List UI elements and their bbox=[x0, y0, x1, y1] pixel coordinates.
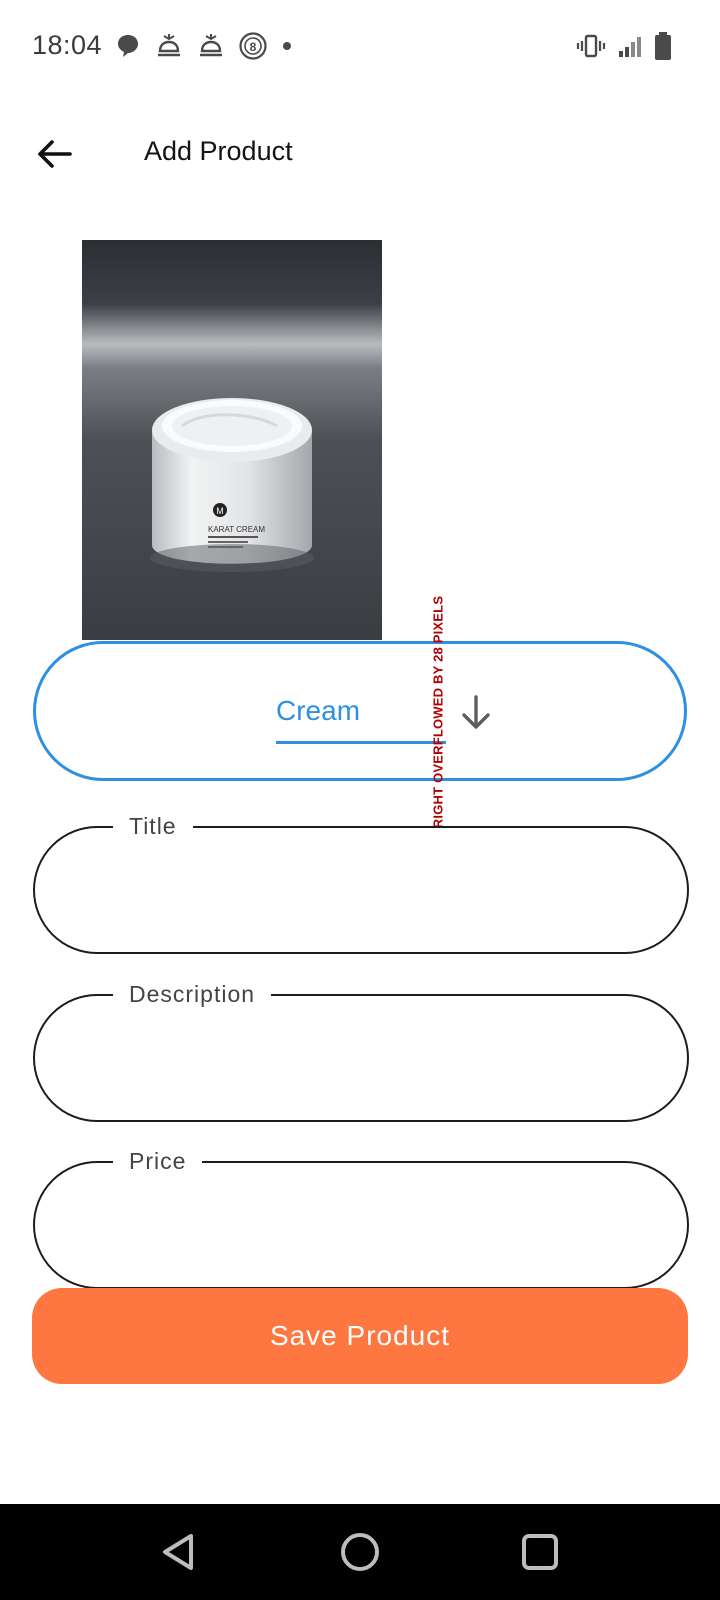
price-field[interactable]: Price bbox=[33, 1147, 689, 1289]
product-label: KARAT CREAM bbox=[208, 525, 265, 534]
nav-back-icon[interactable] bbox=[155, 1528, 203, 1576]
description-label: Description bbox=[113, 980, 272, 1008]
badge-number: 8 bbox=[250, 40, 257, 54]
nav-recents-icon[interactable] bbox=[516, 1528, 564, 1576]
description-input[interactable] bbox=[75, 1026, 639, 1088]
title-field[interactable]: Title bbox=[33, 812, 689, 954]
price-input[interactable] bbox=[75, 1193, 639, 1255]
price-label: Price bbox=[113, 1147, 203, 1175]
signal-icon bbox=[618, 34, 642, 63]
back-button[interactable] bbox=[26, 128, 82, 184]
category-selected-value: Cream bbox=[276, 695, 361, 726]
category-dropdown[interactable]: Cream bbox=[276, 686, 446, 744]
title-label: Title bbox=[113, 812, 193, 840]
brand-mark: M bbox=[216, 506, 224, 516]
save-product-button[interactable]: Save Product bbox=[32, 1288, 688, 1384]
vibrate-icon bbox=[576, 32, 606, 65]
chat-bubble-icon bbox=[114, 32, 142, 65]
alarm-icon bbox=[196, 31, 226, 66]
status-bar: 18:04 8 bbox=[0, 0, 720, 96]
nav-home-icon[interactable] bbox=[336, 1528, 384, 1576]
product-photo: M KARAT CREAM bbox=[82, 240, 382, 640]
status-time: 18:04 bbox=[32, 30, 103, 60]
system-icons bbox=[564, 30, 672, 66]
badge-8-icon: 8 bbox=[238, 31, 268, 66]
app-bar: Add Product bbox=[0, 110, 720, 194]
title-input[interactable] bbox=[75, 858, 639, 920]
overflow-warning-text: RIGHT OVERFLOWED BY 28 PIXELS bbox=[430, 595, 446, 829]
alarm-icon bbox=[154, 31, 184, 66]
navigation-bar bbox=[0, 1504, 720, 1600]
description-field[interactable]: Description bbox=[33, 980, 689, 1122]
page-title: Add Product bbox=[144, 136, 293, 166]
dot-icon bbox=[280, 39, 294, 58]
arrow-back-icon bbox=[34, 134, 74, 179]
arrow-down-icon[interactable] bbox=[456, 693, 496, 733]
product-image[interactable]: M KARAT CREAM bbox=[82, 240, 382, 640]
battery-icon bbox=[654, 31, 672, 66]
notification-icons: 8 bbox=[114, 30, 306, 66]
